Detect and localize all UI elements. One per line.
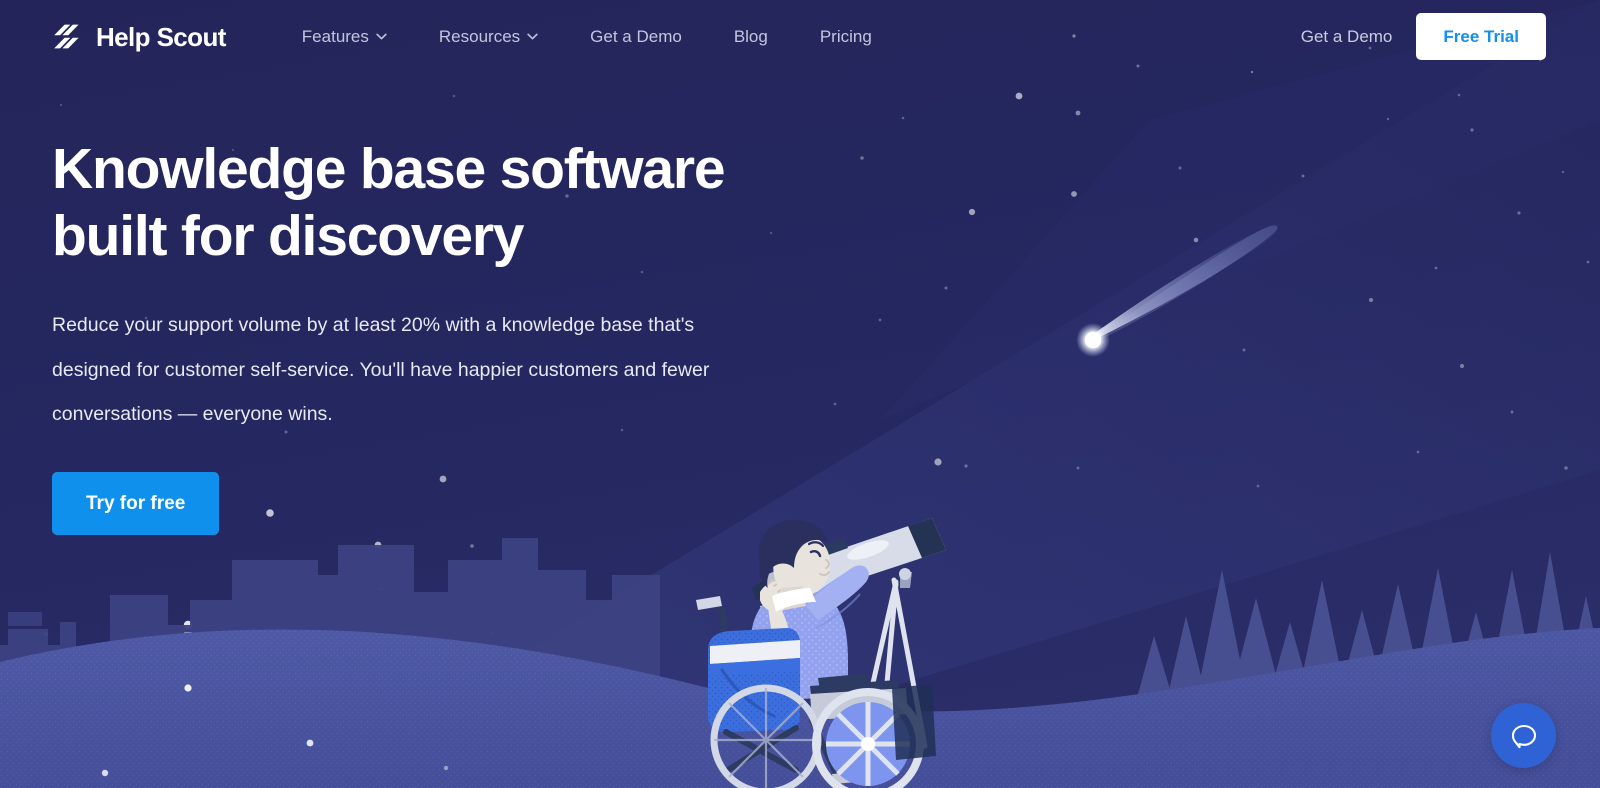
chevron-down-icon: [527, 33, 538, 40]
brand-name: Help Scout: [96, 21, 226, 52]
chevron-down-icon: [376, 33, 387, 40]
free-trial-button[interactable]: Free Trial: [1416, 13, 1546, 60]
help-scout-logo-icon: [54, 24, 79, 48]
nav-item-blog[interactable]: Blog: [708, 18, 794, 55]
chat-bubble-icon: [1511, 724, 1536, 748]
main-navigation: Features Resources Get a Demo Blog Prici…: [276, 18, 898, 55]
hero-title: Knowledge base software built for discov…: [52, 136, 812, 269]
nav-label-pricing: Pricing: [819, 27, 872, 46]
nav-label-blog: Blog: [733, 27, 768, 46]
chat-widget-button[interactable]: [1491, 703, 1556, 768]
landing-page: Help Scout Features Resources Get a Demo…: [0, 0, 1600, 788]
astronomer-illustration: [660, 488, 980, 788]
brand-logo[interactable]: Help Scout: [52, 23, 226, 51]
nav-item-pricing[interactable]: Pricing: [794, 18, 898, 55]
hero-title-line-1: Knowledge base software: [52, 137, 726, 201]
nav-item-get-a-demo[interactable]: Get a Demo: [564, 18, 708, 55]
site-header: Help Scout Features Resources Get a Demo…: [0, 0, 1600, 73]
hero-section: Knowledge base software built for discov…: [52, 136, 812, 536]
try-for-free-button[interactable]: Try for free: [52, 472, 220, 536]
nav-item-resources[interactable]: Resources: [413, 18, 564, 55]
header-actions: Get a Demo Free Trial: [1301, 13, 1546, 60]
nav-label-features: Features: [301, 27, 369, 46]
hero-title-line-2: built for discovery: [52, 203, 525, 268]
nav-item-features[interactable]: Features: [276, 18, 413, 55]
header-get-a-demo-link[interactable]: Get a Demo: [1301, 28, 1393, 45]
wheelchair-rear-wheel: [710, 684, 822, 788]
nav-label-resources: Resources: [438, 27, 521, 46]
nav-label-get-a-demo: Get a Demo: [590, 27, 682, 46]
hero-subtitle: Reduce your support volume by at least 2…: [52, 314, 710, 425]
